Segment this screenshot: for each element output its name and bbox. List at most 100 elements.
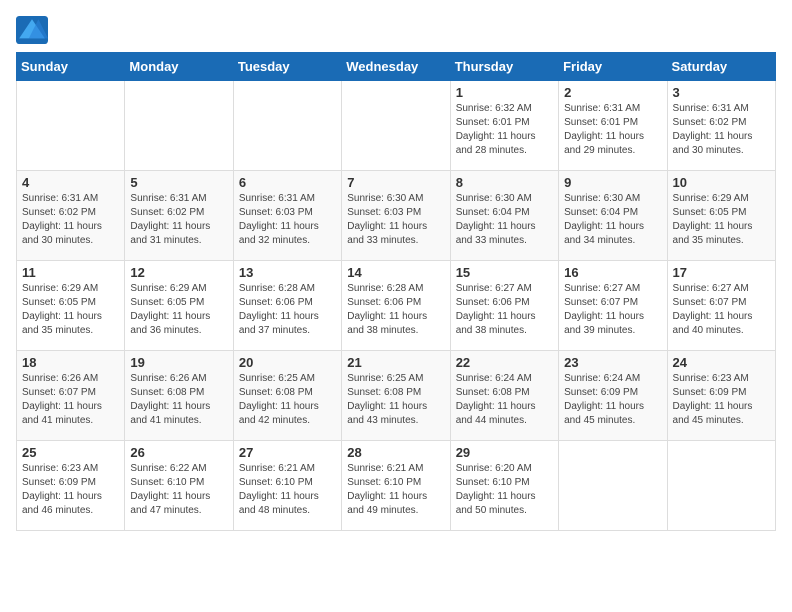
day-number: 28 <box>347 445 444 460</box>
day-info: Sunrise: 6:27 AMSunset: 6:07 PMDaylight:… <box>564 282 661 338</box>
day-info: Sunrise: 6:24 AMSunset: 6:09 PMDaylight:… <box>564 372 661 428</box>
calendar-cell: 6 Sunrise: 6:31 AMSunset: 6:03 PMDaylight… <box>233 171 341 261</box>
day-info: Sunrise: 6:31 AMSunset: 6:03 PMDaylight:… <box>239 192 336 248</box>
day-number: 21 <box>347 355 444 370</box>
week-row-4: 18 Sunrise: 6:26 AMSunset: 6:07 PMDayligh… <box>17 351 776 441</box>
header <box>16 16 776 44</box>
day-number: 26 <box>130 445 227 460</box>
calendar-cell <box>17 81 125 171</box>
weekday-header-saturday: Saturday <box>667 53 775 81</box>
calendar-cell: 20 Sunrise: 6:25 AMSunset: 6:08 PMDayligh… <box>233 351 341 441</box>
day-number: 25 <box>22 445 119 460</box>
day-info: Sunrise: 6:25 AMSunset: 6:08 PMDaylight:… <box>239 372 336 428</box>
day-number: 12 <box>130 265 227 280</box>
day-number: 2 <box>564 85 661 100</box>
calendar-cell: 29 Sunrise: 6:20 AMSunset: 6:10 PMDayligh… <box>450 441 558 531</box>
calendar-cell <box>559 441 667 531</box>
weekday-header-friday: Friday <box>559 53 667 81</box>
day-info: Sunrise: 6:28 AMSunset: 6:06 PMDaylight:… <box>347 282 444 338</box>
day-number: 19 <box>130 355 227 370</box>
day-number: 3 <box>673 85 770 100</box>
day-info: Sunrise: 6:21 AMSunset: 6:10 PMDaylight:… <box>347 462 444 518</box>
day-info: Sunrise: 6:26 AMSunset: 6:07 PMDaylight:… <box>22 372 119 428</box>
calendar-cell: 21 Sunrise: 6:25 AMSunset: 6:08 PMDayligh… <box>342 351 450 441</box>
calendar-cell: 22 Sunrise: 6:24 AMSunset: 6:08 PMDayligh… <box>450 351 558 441</box>
weekday-header-wednesday: Wednesday <box>342 53 450 81</box>
calendar-cell: 16 Sunrise: 6:27 AMSunset: 6:07 PMDayligh… <box>559 261 667 351</box>
day-number: 16 <box>564 265 661 280</box>
day-number: 1 <box>456 85 553 100</box>
calendar-cell: 3 Sunrise: 6:31 AMSunset: 6:02 PMDaylight… <box>667 81 775 171</box>
weekday-header-sunday: Sunday <box>17 53 125 81</box>
calendar-cell: 7 Sunrise: 6:30 AMSunset: 6:03 PMDaylight… <box>342 171 450 261</box>
calendar-cell: 13Sunrise: 6:28 AMSunset: 6:06 PMDayligh… <box>233 261 341 351</box>
calendar-cell: 1 Sunrise: 6:32 AMSunset: 6:01 PMDaylight… <box>450 81 558 171</box>
day-info: Sunrise: 6:31 AMSunset: 6:02 PMDaylight:… <box>673 102 770 158</box>
day-info: Sunrise: 6:23 AMSunset: 6:09 PMDaylight:… <box>22 462 119 518</box>
week-row-2: 4 Sunrise: 6:31 AMSunset: 6:02 PMDaylight… <box>17 171 776 261</box>
calendar-cell: 17 Sunrise: 6:27 AMSunset: 6:07 PMDayligh… <box>667 261 775 351</box>
day-info: Sunrise: 6:25 AMSunset: 6:08 PMDaylight:… <box>347 372 444 428</box>
day-info: Sunrise: 6:30 AMSunset: 6:04 PMDaylight:… <box>564 192 661 248</box>
day-info: Sunrise: 6:22 AMSunset: 6:10 PMDaylight:… <box>130 462 227 518</box>
calendar-cell: 15Sunrise: 6:27 AMSunset: 6:06 PMDayligh… <box>450 261 558 351</box>
calendar-cell: 18 Sunrise: 6:26 AMSunset: 6:07 PMDayligh… <box>17 351 125 441</box>
weekday-header-monday: Monday <box>125 53 233 81</box>
calendar-cell: 8 Sunrise: 6:30 AMSunset: 6:04 PMDaylight… <box>450 171 558 261</box>
day-info: Sunrise: 6:30 AMSunset: 6:04 PMDaylight:… <box>456 192 553 248</box>
day-number: 7 <box>347 175 444 190</box>
calendar-table: SundayMondayTuesdayWednesdayThursdayFrid… <box>16 52 776 531</box>
calendar-cell: 11Sunrise: 6:29 AMSunset: 6:05 PMDayligh… <box>17 261 125 351</box>
day-number: 8 <box>456 175 553 190</box>
day-info: Sunrise: 6:30 AMSunset: 6:03 PMDaylight:… <box>347 192 444 248</box>
day-info: Sunrise: 6:28 AMSunset: 6:06 PMDaylight:… <box>239 282 336 338</box>
calendar-cell: 5 Sunrise: 6:31 AMSunset: 6:02 PMDaylight… <box>125 171 233 261</box>
day-number: 27 <box>239 445 336 460</box>
day-info: Sunrise: 6:32 AMSunset: 6:01 PMDaylight:… <box>456 102 553 158</box>
calendar-cell: 23Sunrise: 6:24 AMSunset: 6:09 PMDayligh… <box>559 351 667 441</box>
weekday-header-row: SundayMondayTuesdayWednesdayThursdayFrid… <box>17 53 776 81</box>
day-number: 5 <box>130 175 227 190</box>
day-number: 6 <box>239 175 336 190</box>
day-info: Sunrise: 6:20 AMSunset: 6:10 PMDaylight:… <box>456 462 553 518</box>
day-number: 22 <box>456 355 553 370</box>
weekday-header-tuesday: Tuesday <box>233 53 341 81</box>
day-info: Sunrise: 6:29 AMSunset: 6:05 PMDaylight:… <box>130 282 227 338</box>
day-info: Sunrise: 6:29 AMSunset: 6:05 PMDaylight:… <box>673 192 770 248</box>
calendar-cell: 25 Sunrise: 6:23 AMSunset: 6:09 PMDayligh… <box>17 441 125 531</box>
day-info: Sunrise: 6:31 AMSunset: 6:02 PMDaylight:… <box>130 192 227 248</box>
calendar-cell: 9 Sunrise: 6:30 AMSunset: 6:04 PMDaylight… <box>559 171 667 261</box>
day-number: 11 <box>22 265 119 280</box>
day-info: Sunrise: 6:31 AMSunset: 6:02 PMDaylight:… <box>22 192 119 248</box>
day-number: 4 <box>22 175 119 190</box>
week-row-5: 25 Sunrise: 6:23 AMSunset: 6:09 PMDayligh… <box>17 441 776 531</box>
day-number: 29 <box>456 445 553 460</box>
week-row-3: 11 Sunrise: 6:29 AMSunset: 6:05 PMDayligh… <box>17 261 776 351</box>
day-number: 9 <box>564 175 661 190</box>
calendar-cell: 12 Sunrise: 6:29 AMSunset: 6:05 PMDayligh… <box>125 261 233 351</box>
calendar-cell: 24Sunrise: 6:23 AMSunset: 6:09 PMDayligh… <box>667 351 775 441</box>
calendar-cell <box>667 441 775 531</box>
day-info: Sunrise: 6:24 AMSunset: 6:08 PMDaylight:… <box>456 372 553 428</box>
day-number: 14 <box>347 265 444 280</box>
calendar-cell: 2 Sunrise: 6:31 AMSunset: 6:01 PMDaylight… <box>559 81 667 171</box>
day-number: 17 <box>673 265 770 280</box>
logo <box>16 16 50 44</box>
day-info: Sunrise: 6:27 AMSunset: 6:06 PMDaylight:… <box>456 282 553 338</box>
day-number: 20 <box>239 355 336 370</box>
day-number: 10 <box>673 175 770 190</box>
day-number: 18 <box>22 355 119 370</box>
calendar-cell <box>233 81 341 171</box>
calendar-cell: 28 Sunrise: 6:21 AMSunset: 6:10 PMDayligh… <box>342 441 450 531</box>
calendar-cell <box>342 81 450 171</box>
calendar-cell: 4 Sunrise: 6:31 AMSunset: 6:02 PMDaylight… <box>17 171 125 261</box>
day-info: Sunrise: 6:27 AMSunset: 6:07 PMDaylight:… <box>673 282 770 338</box>
day-info: Sunrise: 6:31 AMSunset: 6:01 PMDaylight:… <box>564 102 661 158</box>
week-row-1: 1 Sunrise: 6:32 AMSunset: 6:01 PMDaylight… <box>17 81 776 171</box>
calendar-cell: 19 Sunrise: 6:26 AMSunset: 6:08 PMDayligh… <box>125 351 233 441</box>
calendar-cell: 14 Sunrise: 6:28 AMSunset: 6:06 PMDayligh… <box>342 261 450 351</box>
calendar-cell: 10 Sunrise: 6:29 AMSunset: 6:05 PMDayligh… <box>667 171 775 261</box>
weekday-header-thursday: Thursday <box>450 53 558 81</box>
generalblue-logo-icon <box>16 16 48 44</box>
day-info: Sunrise: 6:26 AMSunset: 6:08 PMDaylight:… <box>130 372 227 428</box>
